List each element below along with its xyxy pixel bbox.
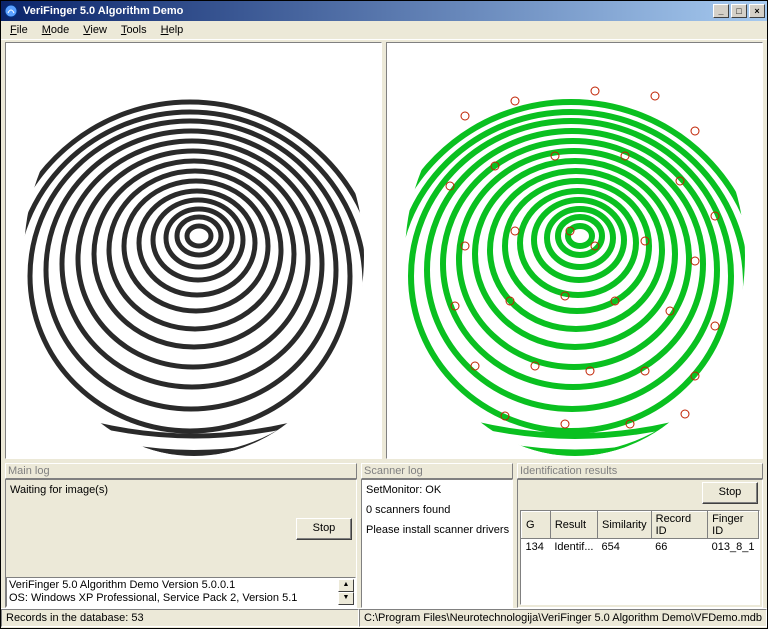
list-item: VeriFinger 5.0 Algorithm Demo Version 5.… (9, 579, 337, 592)
menu-file[interactable]: File (3, 22, 35, 38)
scanner-log-body: SetMonitor: OK 0 scanners found Please i… (361, 479, 513, 608)
logs-row: Main log Waiting for image(s) Stop VeriF… (1, 459, 767, 608)
menu-tools[interactable]: Tools (114, 22, 154, 38)
app-icon (3, 3, 19, 19)
image-panes (1, 40, 767, 459)
status-bar: Records in the database: 53 C:\Program F… (1, 608, 767, 628)
menu-help[interactable]: Help (154, 22, 191, 38)
col-record-id[interactable]: Record ID (651, 512, 708, 539)
menu-bar: File Mode View Tools Help (1, 21, 767, 40)
window-title: VeriFinger 5.0 Algorithm Demo (23, 5, 713, 17)
main-log-stop-button[interactable]: Stop (296, 518, 352, 540)
scanner-line: Please install scanner drivers fr (366, 522, 508, 538)
col-finger-id[interactable]: Finger ID (708, 512, 759, 539)
window-controls: _ □ × (713, 4, 765, 18)
raw-fingerprint-pane (5, 42, 382, 459)
col-g[interactable]: G (522, 512, 551, 539)
scanner-log-label: Scanner log (361, 463, 513, 479)
main-log-listbox[interactable]: VeriFinger 5.0 Algorithm Demo Version 5.… (6, 577, 356, 607)
maximize-button[interactable]: □ (731, 4, 747, 18)
title-bar: VeriFinger 5.0 Algorithm Demo _ □ × (1, 1, 767, 21)
identification-panel: Identification results Stop G Result Sim… (517, 463, 763, 608)
identification-label: Identification results (517, 463, 763, 479)
main-log-text: Waiting for image(s) (6, 480, 296, 577)
scroll-up-icon[interactable]: ▲ (338, 579, 354, 592)
main-log-label: Main log (5, 463, 357, 479)
app-window: VeriFinger 5.0 Algorithm Demo _ □ × File… (0, 0, 768, 629)
scanner-log-text: SetMonitor: OK 0 scanners found Please i… (362, 480, 512, 607)
identification-table: G Result Similarity Record ID Finger ID … (521, 511, 759, 555)
scanner-line: 0 scanners found (366, 502, 508, 518)
status-records: Records in the database: 53 (1, 609, 359, 627)
close-button[interactable]: × (749, 4, 765, 18)
processed-fingerprint-pane (386, 42, 763, 459)
listbox-scrollbar[interactable]: ▲ ▼ (338, 579, 354, 605)
scroll-down-icon[interactable]: ▼ (338, 592, 354, 605)
main-log-body: Waiting for image(s) Stop VeriFinger 5.0… (5, 479, 357, 608)
status-path: C:\Program Files\Neurotechnologija\VeriF… (359, 609, 767, 627)
identification-body: Stop G Result Similarity Record ID Finge… (517, 479, 763, 608)
minimize-button[interactable]: _ (713, 4, 729, 18)
menu-view[interactable]: View (76, 22, 114, 38)
col-similarity[interactable]: Similarity (598, 512, 652, 539)
scanner-line: SetMonitor: OK (366, 482, 508, 498)
identification-table-wrap: G Result Similarity Record ID Finger ID … (520, 510, 760, 605)
list-item: OS: Windows XP Professional, Service Pac… (9, 592, 337, 605)
identification-stop-button[interactable]: Stop (702, 482, 758, 504)
col-result[interactable]: Result (550, 512, 597, 539)
scanner-log-panel: Scanner log SetMonitor: OK 0 scanners fo… (361, 463, 513, 608)
menu-mode[interactable]: Mode (35, 22, 77, 38)
main-log-panel: Main log Waiting for image(s) Stop VeriF… (5, 463, 357, 608)
table-row[interactable]: 134 Identif... 654 66 013_8_1 (522, 539, 759, 555)
